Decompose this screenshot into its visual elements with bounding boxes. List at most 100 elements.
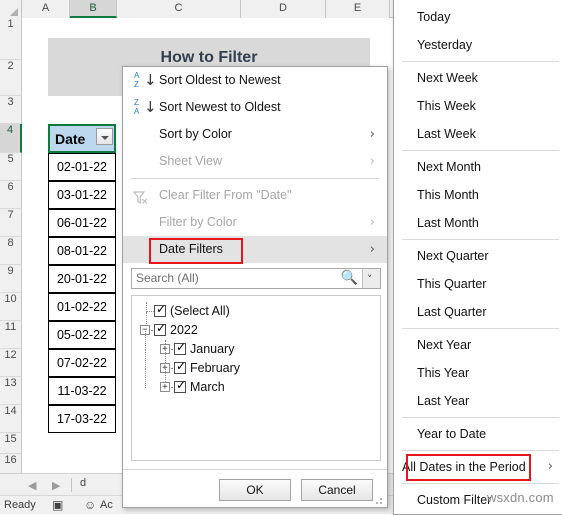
data-cell-row11[interactable]: 05-02-22 [48, 321, 116, 349]
menu-item-sort-oldest-to-newest[interactable]: A Z ↓ Sort Oldest to Newest [123, 67, 387, 94]
column-header-b[interactable]: B [70, 0, 117, 18]
ok-button[interactable]: OK [219, 479, 291, 501]
checkbox[interactable]: ✓ [174, 359, 187, 374]
checkbox[interactable]: ✓ [174, 340, 187, 355]
column-header-c[interactable]: C [117, 0, 241, 18]
submenu-separator [402, 450, 559, 451]
tab-separator [71, 478, 72, 492]
data-cell-row7[interactable]: 06-01-22 [48, 209, 116, 237]
checkbox[interactable]: ✓ [154, 302, 167, 317]
column-header-e[interactable]: E [326, 0, 390, 18]
menu-separator [131, 178, 379, 179]
submenu-item-last-year[interactable]: Last Year [394, 387, 562, 415]
submenu-item-last-week[interactable]: Last Week [394, 120, 562, 148]
data-cell-row9[interactable]: 20-01-22 [48, 265, 116, 293]
check-icon: ✓ [176, 378, 187, 392]
resize-grip[interactable] [376, 497, 384, 505]
menu-item-clear-filter: Clear Filter From "Date" [123, 182, 387, 209]
date-column-header-cell[interactable]: Date [48, 124, 116, 153]
submenu-item-this-week[interactable]: This Week [394, 92, 562, 120]
select-all-corner[interactable] [0, 0, 22, 18]
sheet-tab[interactable]: d [80, 477, 86, 489]
submenu-label: All Dates in the Period [402, 460, 526, 474]
row-header-10[interactable]: 10 [0, 293, 22, 321]
chevron-right-icon: › [369, 215, 375, 230]
row-header-12[interactable]: 12 [0, 349, 22, 377]
search-icon[interactable]: 🔍 [341, 270, 358, 286]
submenu-item-last-quarter[interactable]: Last Quarter [394, 298, 562, 326]
data-cell-row6[interactable]: 03-01-22 [48, 181, 116, 209]
menu-item-date-filters[interactable]: Date Filters › [123, 236, 387, 263]
submenu-item-next-quarter[interactable]: Next Quarter [394, 242, 562, 270]
column-header-a[interactable]: A [22, 0, 70, 18]
data-cell-row10[interactable]: 01-02-22 [48, 293, 116, 321]
row-header-5[interactable]: 5 [0, 153, 22, 181]
data-cell-row14[interactable]: 17-03-22 [48, 405, 116, 433]
checkbox[interactable]: ✓ [174, 378, 187, 393]
menu-label: Sort Newest to Oldest [159, 100, 281, 114]
submenu-item-this-month[interactable]: This Month [394, 181, 562, 209]
menu-label: Sort by Color [159, 127, 232, 141]
row-header-15[interactable]: 15 [0, 433, 22, 454]
submenu-item-this-year[interactable]: This Year [394, 359, 562, 387]
column-header-d[interactable]: D [241, 0, 326, 18]
tree-label: March [190, 380, 225, 394]
tree-item-january[interactable]: + ✓ January [132, 331, 380, 359]
submenu-item-next-week[interactable]: Next Week [394, 64, 562, 92]
prev-sheet-arrow-icon[interactable]: ◀ [28, 479, 36, 492]
chevron-right-icon: › [369, 242, 375, 257]
tree-item-select-all[interactable]: ✓ (Select All) [132, 302, 380, 321]
search-dropdown-button[interactable]: ˅ [362, 269, 380, 288]
submenu-item-next-year[interactable]: Next Year [394, 331, 562, 359]
check-icon: ✓ [176, 340, 187, 354]
submenu-item-today[interactable]: Today [394, 3, 562, 31]
data-cell-row12[interactable]: 07-02-22 [48, 349, 116, 377]
submenu-separator [402, 61, 559, 62]
row-header-11[interactable]: 11 [0, 321, 22, 349]
accessibility-checker-icon[interactable]: ☺ [84, 498, 96, 512]
row-header-4[interactable]: 4 [0, 124, 22, 153]
next-sheet-arrow-icon[interactable]: ▶ [52, 479, 60, 492]
menu-item-sheet-view: Sheet View › [123, 148, 387, 175]
data-cell-row13[interactable]: 11-03-22 [48, 377, 116, 405]
expand-plus-icon[interactable]: + [160, 382, 170, 392]
row-header-6[interactable]: 6 [0, 181, 22, 209]
tree-item-march[interactable]: + ✓ March [132, 369, 380, 397]
data-cell-row8[interactable]: 08-01-22 [48, 237, 116, 265]
data-cell-row5[interactable]: 02-01-22 [48, 153, 116, 181]
tree-line [145, 350, 146, 369]
menu-label: Filter by Color [159, 215, 237, 229]
sort-za-icon: Z A ↓ [134, 98, 157, 116]
check-icon: ✓ [156, 302, 167, 316]
date-filters-submenu: Tomorrow Today Yesterday Next Week This … [393, 0, 562, 515]
row-header-14[interactable]: 14 [0, 405, 22, 433]
search-box[interactable]: Search (All) 🔍 ˅ [131, 268, 381, 289]
chevron-right-icon: › [369, 154, 375, 169]
submenu-item-next-month[interactable]: Next Month [394, 153, 562, 181]
row-header-7[interactable]: 7 [0, 209, 22, 237]
row-header-1[interactable]: 1 [0, 18, 22, 60]
record-macro-icon[interactable]: ▣ [52, 498, 63, 512]
row-header-8[interactable]: 8 [0, 237, 22, 265]
row-header-2[interactable]: 2 [0, 60, 22, 96]
row-header-13[interactable]: 13 [0, 377, 22, 405]
row-header-9[interactable]: 9 [0, 265, 22, 293]
submenu-item-last-month[interactable]: Last Month [394, 209, 562, 237]
submenu-item-all-dates-in-the-period[interactable]: All Dates in the Period › [394, 453, 562, 481]
submenu-item-this-quarter[interactable]: This Quarter [394, 270, 562, 298]
cancel-button[interactable]: Cancel [301, 479, 373, 501]
filter-dropdown-button[interactable] [96, 128, 113, 145]
menu-item-sort-by-color[interactable]: Sort by Color › [123, 121, 387, 148]
submenu-item-year-to-date[interactable]: Year to Date [394, 420, 562, 448]
tree-item-february[interactable]: + ✓ February [132, 350, 380, 378]
tree-item-2022[interactable]: − ✓ 2022 [132, 312, 380, 340]
check-icon: ✓ [176, 359, 187, 373]
menu-item-sort-newest-to-oldest[interactable]: Z A ↓ Sort Newest to Oldest [123, 94, 387, 121]
submenu-separator [402, 483, 559, 484]
submenu-item-yesterday[interactable]: Yesterday [394, 31, 562, 59]
tree-label: 2022 [170, 323, 198, 337]
checkbox[interactable]: ✓ [154, 321, 166, 336]
row-header-3[interactable]: 3 [0, 96, 22, 124]
search-input[interactable]: Search (All) [136, 271, 199, 285]
row-header-16[interactable]: 16 [0, 454, 22, 475]
